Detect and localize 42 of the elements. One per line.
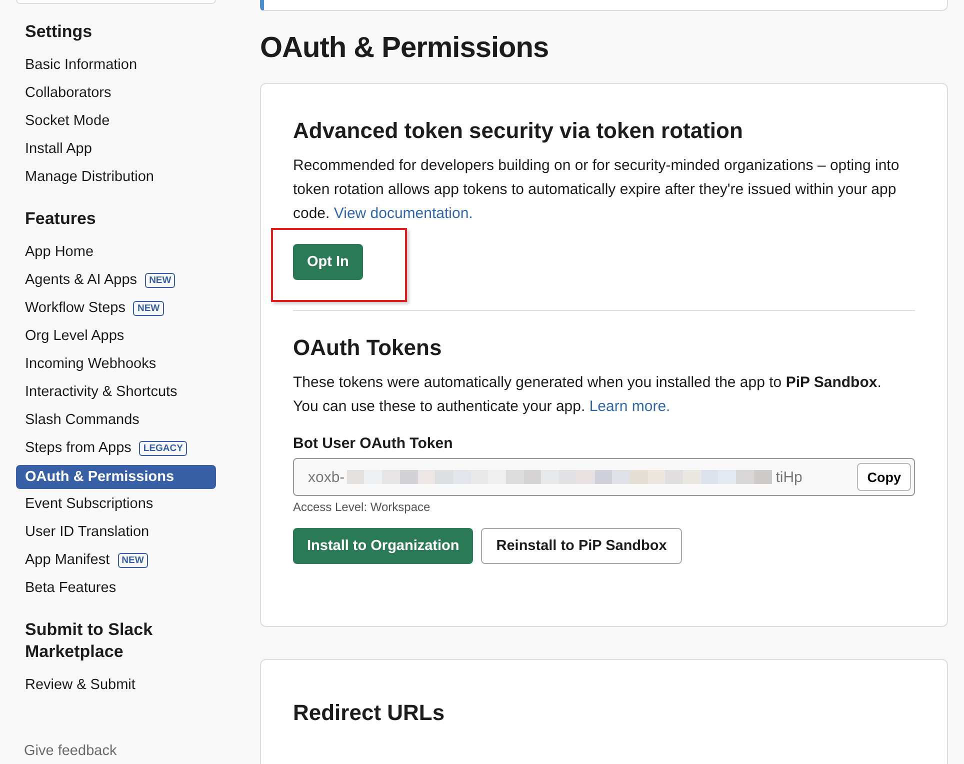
sidebar-item[interactable]: Slash Commands <box>16 406 216 434</box>
sidebar-section-title: Features <box>25 208 97 230</box>
status-badge: LEGACY <box>139 440 187 456</box>
sidebar-item[interactable]: App Manifest NEW <box>16 546 216 574</box>
sidebar-item[interactable]: App Home <box>16 238 216 266</box>
sidebar-section-title: Submit to Slack Marketplace <box>25 619 154 663</box>
description-text: Recommended for developers building on or for security-minded organizations – opting into token rotation allows app tokens to automatically expire after they're issued within your app code. View documentation. <box>293 156 900 224</box>
documentation-link[interactable]: View documentation. <box>334 205 473 222</box>
sidebar-item[interactable]: Basic Information <box>16 51 216 79</box>
sidebar-item[interactable]: Steps from Apps LEGACY <box>16 434 216 462</box>
sidebar-item[interactable]: User ID Translation <box>16 518 216 546</box>
page-title: OAuth & Permissions <box>260 32 550 65</box>
sidebar-item[interactable]: Workflow Steps NEW <box>16 294 216 322</box>
sidebar-item[interactable]: Review & Submit <box>16 671 216 699</box>
status-badge: NEW <box>145 272 176 288</box>
sidebar-item[interactable]: Beta Features <box>16 574 216 602</box>
sidebar-item[interactable]: Socket Mode <box>16 107 216 135</box>
access-level-text: Access Level: Workspace <box>293 500 432 514</box>
sidebar-item[interactable]: OAuth & Permissions <box>16 465 216 489</box>
description-text: These tokens were automatically generated when you installed the app to PiP Sandbox. You can use these to authenticate your app. Learn more. <box>293 373 882 417</box>
sidebar-item[interactable]: Manage Distribution <box>16 163 216 191</box>
copy-button[interactable]: Copy <box>857 463 911 491</box>
sidebar-item[interactable]: Collaborators <box>16 79 216 107</box>
section-title: Redirect URLs <box>293 700 446 726</box>
field-label: Bot User OAuth Token <box>293 435 454 452</box>
feedback-link[interactable]: Give feedback <box>24 743 117 759</box>
install-button[interactable]: Install to Organization <box>293 528 474 564</box>
section-title: Advanced token security via token rotation <box>293 118 744 144</box>
sidebar-item[interactable]: Incoming Webhooks <box>16 350 216 378</box>
status-badge: NEW <box>118 552 148 568</box>
sidebar-section-title: Settings <box>25 21 94 43</box>
sidebar-item[interactable]: Interactivity & Shortcuts <box>16 378 216 406</box>
status-badge: NEW <box>133 300 164 316</box>
sidebar-item[interactable]: Org Level Apps <box>16 322 216 350</box>
token-field[interactable]: xoxb- tiHp Copy <box>293 458 915 496</box>
opt-in-button[interactable]: Opt In <box>293 244 363 280</box>
section-title: OAuth Tokens <box>293 335 443 361</box>
reinstall-button[interactable]: Reinstall to PiP Sandbox <box>481 528 682 564</box>
sidebar-item[interactable]: Agents & AI Apps NEW <box>16 266 216 294</box>
sidebar-item[interactable]: Install App <box>16 135 216 163</box>
sidebar-item[interactable]: Event Subscriptions <box>16 490 216 518</box>
learn-more-link[interactable]: Learn more. <box>589 398 670 415</box>
